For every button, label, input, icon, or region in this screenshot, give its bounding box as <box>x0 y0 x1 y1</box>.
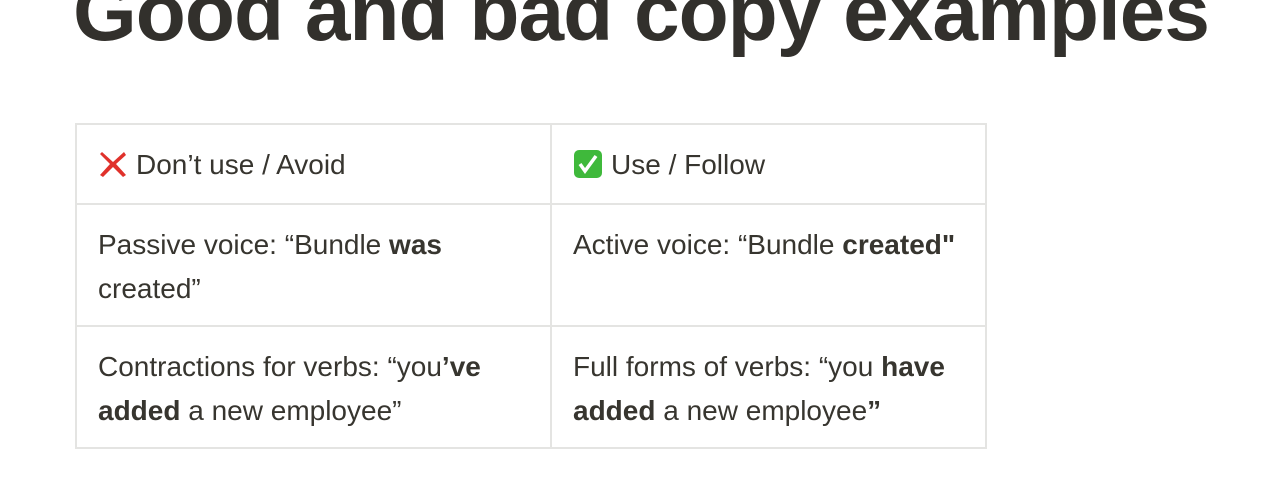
cell-avoid: Passive voice: “Bundle was created” <box>75 203 552 327</box>
cell-text-bold: created" <box>842 229 956 260</box>
cell-text: Full forms of verbs: “you <box>573 351 882 382</box>
cell-text: Passive voice: “Bundle <box>98 229 390 260</box>
cell-text: a new employee” <box>180 395 402 426</box>
header-use: Use / Follow <box>550 123 987 205</box>
table-row: Passive voice: “Bundle was created” Acti… <box>75 203 987 327</box>
cell-text-bold: was <box>389 229 442 260</box>
cell-text: Contractions for verbs: “you <box>98 351 442 382</box>
cell-use: Active voice: “Bundle created" <box>550 203 987 327</box>
copy-examples-table: Don’t use / Avoid Use / Follow Passive v… <box>75 123 987 449</box>
header-use-label: Use / Follow <box>611 149 766 180</box>
page-title: Good and bad copy examples <box>73 0 1210 58</box>
cell-text: a new employee <box>655 395 868 426</box>
header-avoid: Don’t use / Avoid <box>75 123 552 205</box>
cell-use: Full forms of verbs: “you have added a n… <box>550 325 987 449</box>
cell-text-bold: ” <box>867 395 882 426</box>
green-check-box-icon <box>574 150 602 178</box>
cell-text: created” <box>98 273 201 304</box>
cell-avoid: Contractions for verbs: “you’ve added a … <box>75 325 552 449</box>
header-avoid-label: Don’t use / Avoid <box>136 149 346 180</box>
table-row: Contractions for verbs: “you’ve added a … <box>75 325 987 449</box>
table-header-row: Don’t use / Avoid Use / Follow <box>75 123 987 205</box>
cell-text: Active voice: “Bundle <box>573 229 843 260</box>
red-cross-mark-icon <box>100 152 126 177</box>
